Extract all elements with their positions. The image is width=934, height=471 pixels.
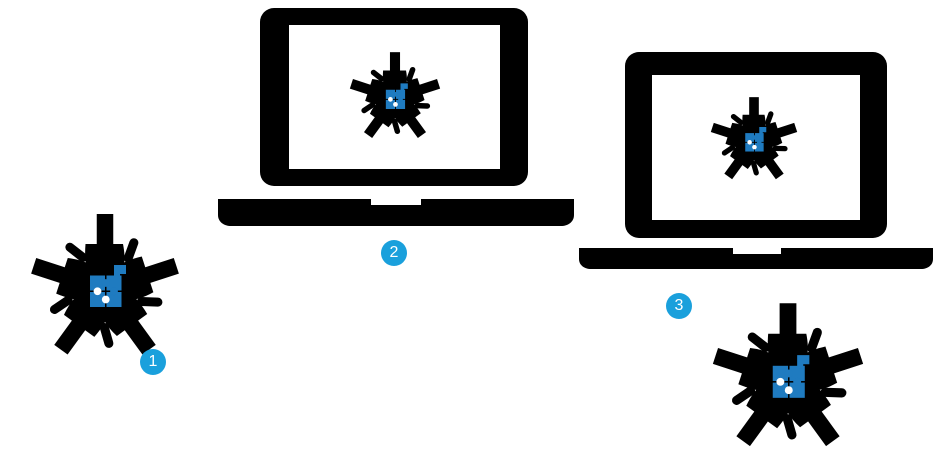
step-badge-3: 3 [666, 293, 692, 319]
hands-circle-icon [697, 88, 811, 194]
hands-circle-icon [12, 196, 198, 382]
hands-circle-icon [693, 288, 883, 468]
step-badge-1: 1 [140, 349, 166, 375]
step-badge-2: 2 [381, 240, 407, 266]
hands-circle-icon [335, 43, 455, 153]
